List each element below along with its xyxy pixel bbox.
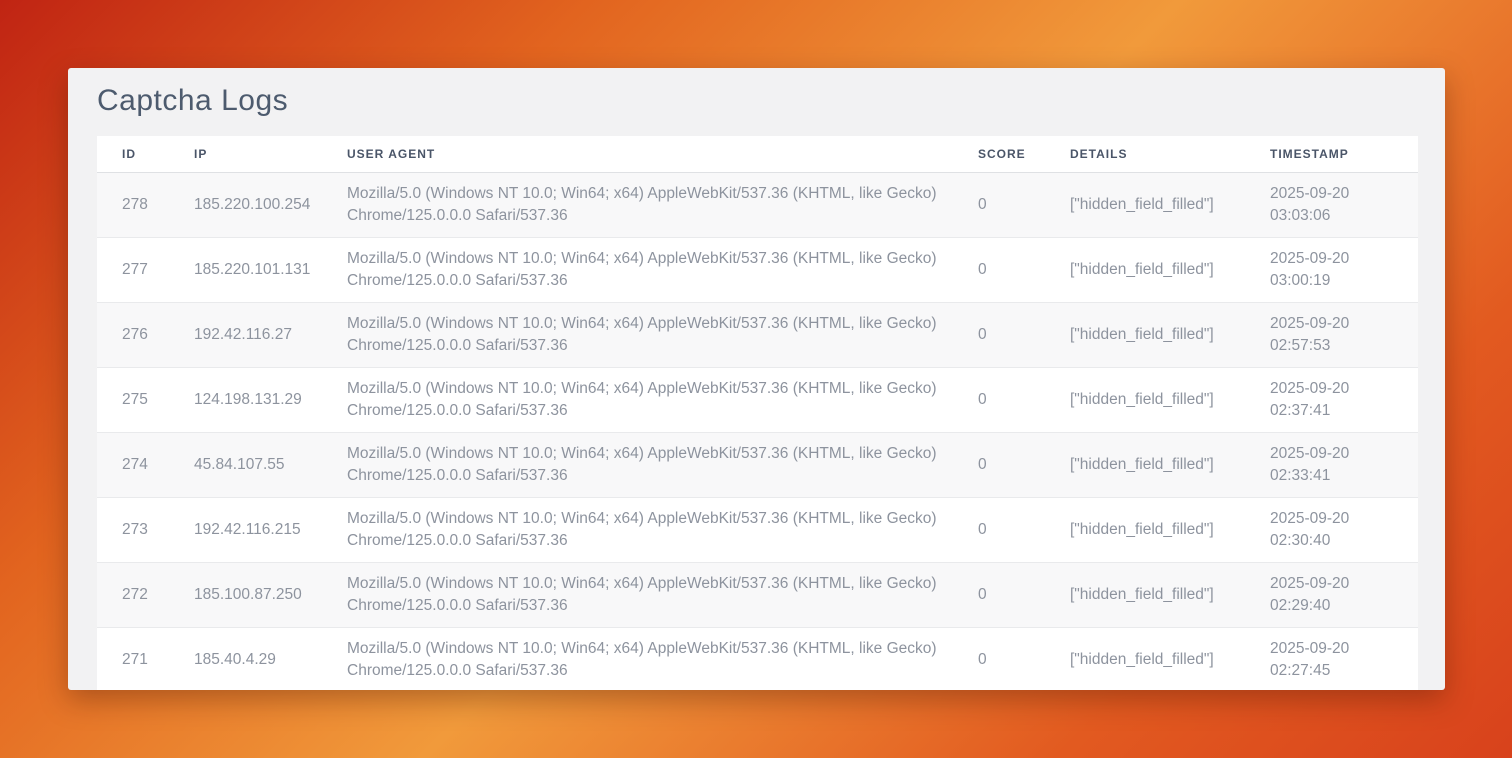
column-header-ip: IP (169, 136, 322, 172)
table-row: 274 45.84.107.55 Mozilla/5.0 (Windows NT… (97, 432, 1418, 497)
cell-user-agent: Mozilla/5.0 (Windows NT 10.0; Win64; x64… (322, 302, 953, 367)
table-row: 271 185.40.4.29 Mozilla/5.0 (Windows NT … (97, 627, 1418, 690)
cell-details: ["hidden_field_filled"] (1045, 302, 1245, 367)
cell-timestamp: 2025-09-20 02:30:40 (1245, 497, 1418, 562)
cell-details: ["hidden_field_filled"] (1045, 432, 1245, 497)
cell-id: 274 (97, 432, 169, 497)
column-header-id: ID (97, 136, 169, 172)
table-row: 278 185.220.100.254 Mozilla/5.0 (Windows… (97, 172, 1418, 237)
table-row: 275 124.198.131.29 Mozilla/5.0 (Windows … (97, 367, 1418, 432)
cell-score: 0 (953, 497, 1045, 562)
cell-ip: 185.220.100.254 (169, 172, 322, 237)
page-background: { "page": { "title": "Captcha Logs" }, "… (0, 0, 1512, 758)
cell-timestamp: 2025-09-20 02:27:45 (1245, 627, 1418, 690)
table-row: 272 185.100.87.250 Mozilla/5.0 (Windows … (97, 562, 1418, 627)
cell-score: 0 (953, 562, 1045, 627)
cell-id: 276 (97, 302, 169, 367)
cell-ip: 192.42.116.215 (169, 497, 322, 562)
cell-id: 271 (97, 627, 169, 690)
cell-id: 272 (97, 562, 169, 627)
cell-timestamp: 2025-09-20 02:29:40 (1245, 562, 1418, 627)
cell-score: 0 (953, 302, 1045, 367)
cell-user-agent: Mozilla/5.0 (Windows NT 10.0; Win64; x64… (322, 562, 953, 627)
cell-score: 0 (953, 432, 1045, 497)
captcha-logs-table: ID IP USER AGENT SCORE DETAILS TIMESTAMP… (97, 136, 1418, 690)
cell-details: ["hidden_field_filled"] (1045, 172, 1245, 237)
column-header-details: DETAILS (1045, 136, 1245, 172)
cell-user-agent: Mozilla/5.0 (Windows NT 10.0; Win64; x64… (322, 237, 953, 302)
cell-ip: 124.198.131.29 (169, 367, 322, 432)
cell-user-agent: Mozilla/5.0 (Windows NT 10.0; Win64; x64… (322, 497, 953, 562)
cell-score: 0 (953, 237, 1045, 302)
cell-details: ["hidden_field_filled"] (1045, 627, 1245, 690)
cell-timestamp: 2025-09-20 03:03:06 (1245, 172, 1418, 237)
captcha-logs-card: Captcha Logs ID IP USER AGENT SCORE DETA… (68, 68, 1445, 690)
cell-id: 278 (97, 172, 169, 237)
cell-details: ["hidden_field_filled"] (1045, 367, 1245, 432)
column-header-score: SCORE (953, 136, 1045, 172)
cell-ip: 45.84.107.55 (169, 432, 322, 497)
table-header-row: ID IP USER AGENT SCORE DETAILS TIMESTAMP (97, 136, 1418, 172)
column-header-user-agent: USER AGENT (322, 136, 953, 172)
cell-user-agent: Mozilla/5.0 (Windows NT 10.0; Win64; x64… (322, 172, 953, 237)
cell-score: 0 (953, 627, 1045, 690)
cell-user-agent: Mozilla/5.0 (Windows NT 10.0; Win64; x64… (322, 627, 953, 690)
cell-ip: 192.42.116.27 (169, 302, 322, 367)
cell-timestamp: 2025-09-20 02:33:41 (1245, 432, 1418, 497)
column-header-timestamp: TIMESTAMP (1245, 136, 1418, 172)
cell-details: ["hidden_field_filled"] (1045, 497, 1245, 562)
table-body: 278 185.220.100.254 Mozilla/5.0 (Windows… (97, 172, 1418, 690)
table-row: 276 192.42.116.27 Mozilla/5.0 (Windows N… (97, 302, 1418, 367)
cell-ip: 185.100.87.250 (169, 562, 322, 627)
cell-ip: 185.40.4.29 (169, 627, 322, 690)
cell-id: 277 (97, 237, 169, 302)
cell-details: ["hidden_field_filled"] (1045, 562, 1245, 627)
cell-score: 0 (953, 367, 1045, 432)
cell-user-agent: Mozilla/5.0 (Windows NT 10.0; Win64; x64… (322, 432, 953, 497)
cell-id: 275 (97, 367, 169, 432)
cell-ip: 185.220.101.131 (169, 237, 322, 302)
cell-user-agent: Mozilla/5.0 (Windows NT 10.0; Win64; x64… (322, 367, 953, 432)
cell-timestamp: 2025-09-20 02:57:53 (1245, 302, 1418, 367)
cell-details: ["hidden_field_filled"] (1045, 237, 1245, 302)
cell-timestamp: 2025-09-20 02:37:41 (1245, 367, 1418, 432)
cell-id: 273 (97, 497, 169, 562)
table-row: 277 185.220.101.131 Mozilla/5.0 (Windows… (97, 237, 1418, 302)
page-title: Captcha Logs (97, 84, 1416, 117)
captcha-logs-table-container: ID IP USER AGENT SCORE DETAILS TIMESTAMP… (97, 136, 1416, 690)
cell-timestamp: 2025-09-20 03:00:19 (1245, 237, 1418, 302)
table-row: 273 192.42.116.215 Mozilla/5.0 (Windows … (97, 497, 1418, 562)
cell-score: 0 (953, 172, 1045, 237)
